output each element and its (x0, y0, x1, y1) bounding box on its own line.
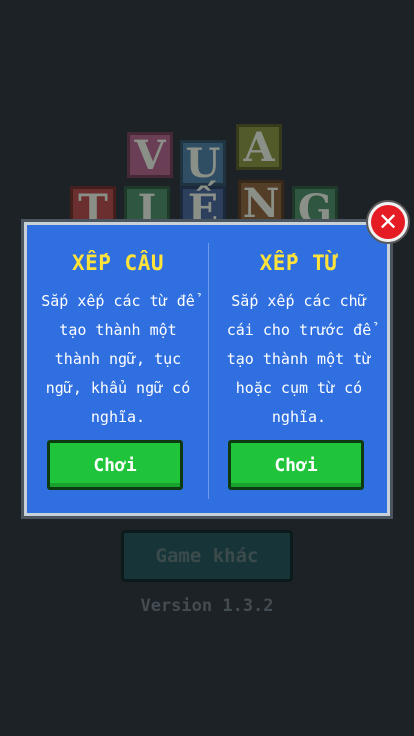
play-word-button[interactable]: Chơi (228, 440, 364, 490)
close-icon: ✕ (371, 205, 405, 239)
mode-panel-word: XẾP TỪ Sắp xếp các chữ cái cho trước để … (213, 243, 385, 432)
title-letter-tile: U (180, 140, 226, 187)
mode-divider (208, 243, 209, 499)
title-letter-tile: A (236, 124, 282, 171)
mode-panel-sentence: XẾP CÂU Sắp xếp các từ để tạo thành một … (32, 243, 204, 432)
game-mode-dialog: XẾP CÂU Sắp xếp các từ để tạo thành một … (21, 219, 393, 519)
version-label: Version 1.3.2 (140, 596, 274, 616)
mode-description-sentence: Sắp xếp các từ để tạo thành một thành ng… (41, 292, 195, 426)
title-letter-tile: V (127, 132, 173, 179)
other-games-button[interactable]: Game khác (121, 530, 293, 582)
mode-title-sentence: XẾP CÂU (71, 251, 164, 275)
close-dialog-button[interactable]: ✕ (366, 200, 410, 244)
title-letter-tile: N (238, 180, 284, 227)
mode-description-word: Sắp xếp các chữ cái cho trước để tạo thà… (226, 292, 372, 426)
play-sentence-button[interactable]: Chơi (47, 440, 183, 490)
mode-title-word: XẾP TỪ (259, 251, 339, 275)
